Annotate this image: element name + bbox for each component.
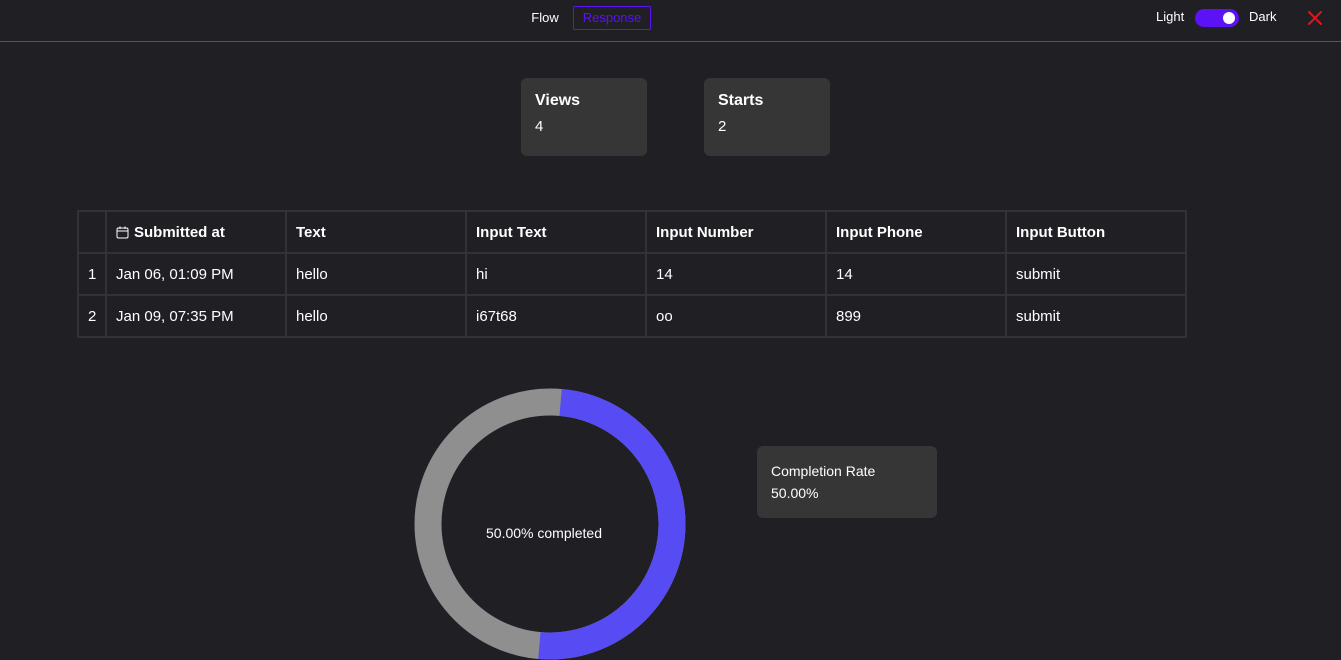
close-x-icon [1308,11,1322,25]
table-cell: oo [645,294,827,338]
completion-rate-title: Completion Rate [771,463,876,479]
table-cell: submit [1005,252,1187,296]
table-cell: hi [465,252,647,296]
table-row[interactable]: 2 Jan 09, 07:35 PM hello i67t68 oo 899 s… [77,294,1187,338]
stat-value: 2 [718,118,727,135]
theme-dark-label: Dark [1249,9,1277,24]
toggle-knob [1223,12,1235,24]
column-header-text[interactable]: Text [285,210,467,254]
table-cell: submit [1005,294,1187,338]
top-bar: Flow Response Light Dark [0,0,1341,42]
table-cell: Jan 06, 01:09 PM [105,252,287,296]
table-cell: hello [285,294,467,338]
table-cell: hello [285,252,467,296]
calendar-icon [116,226,129,238]
table-cell: 899 [825,294,1007,338]
tab-flow[interactable]: Flow [526,6,564,30]
column-header-label: Submitted at [134,223,225,241]
table-cell: 14 [825,252,1007,296]
close-button[interactable] [1305,9,1325,27]
table-cell: 14 [645,252,827,296]
table-cell: 1 [77,252,107,296]
table-cell: i67t68 [465,294,647,338]
completion-rate-value: 50.00% [771,485,819,501]
theme-toggle[interactable] [1195,9,1239,27]
stat-label: Starts [718,92,764,109]
completion-rate-card: Completion Rate 50.00% [757,446,937,518]
stat-value: 4 [535,118,544,135]
table-cell: 2 [77,294,107,338]
stat-card-views: Views 4 [521,78,647,156]
table-row[interactable]: 1 Jan 06, 01:09 PM hello hi 14 14 submit [77,252,1187,296]
completion-label: 50.00% completed [486,525,602,541]
table-cell: Jan 09, 07:35 PM [105,294,287,338]
column-header-input-phone[interactable]: Input Phone [825,210,1007,254]
table-header-row: Submitted at Text Input Text Input Numbe… [77,210,1187,254]
stat-label: Views [535,92,581,109]
column-header-input-number[interactable]: Input Number [645,210,827,254]
column-header-input-button[interactable]: Input Button [1005,210,1187,254]
tab-response[interactable]: Response [573,6,651,30]
column-header-submitted-at[interactable]: Submitted at [105,210,287,254]
responses-table: Submitted at Text Input Text Input Numbe… [77,210,1187,338]
column-header-input-text[interactable]: Input Text [465,210,647,254]
column-header-index [77,210,107,254]
stat-card-starts: Starts 2 [704,78,830,156]
theme-light-label: Light [1156,9,1185,24]
